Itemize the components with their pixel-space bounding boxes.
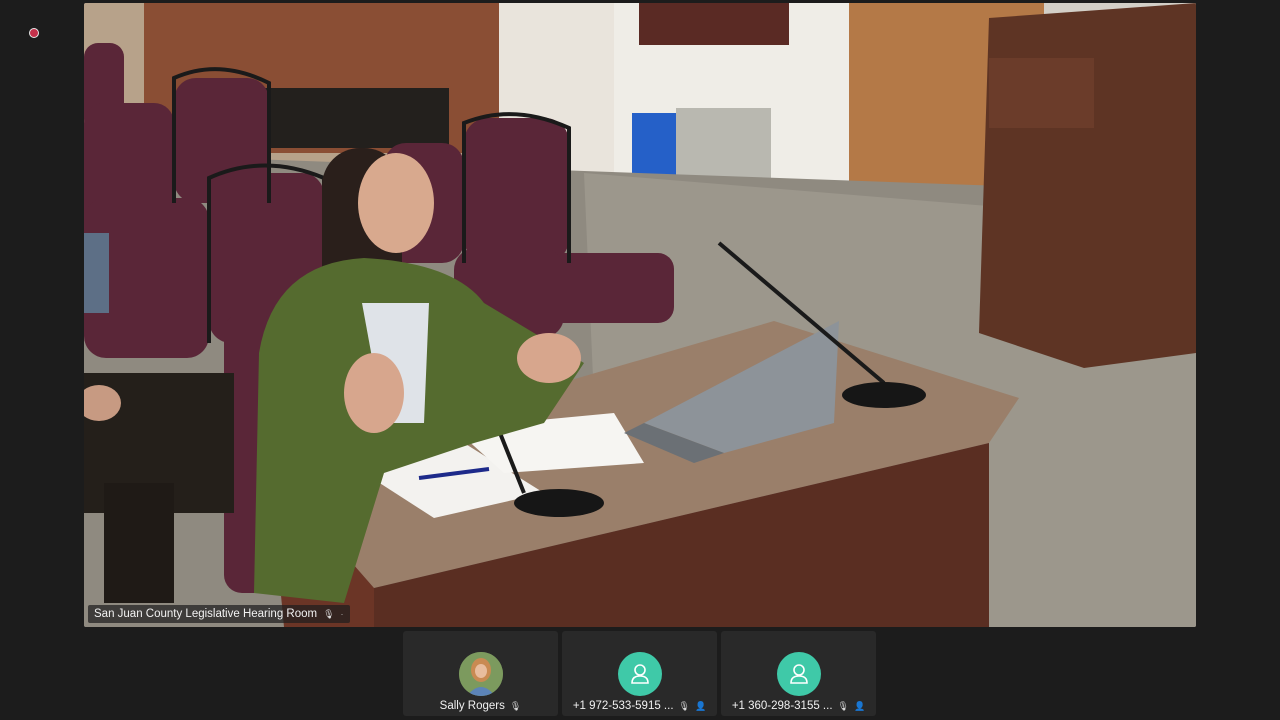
generic-person-icon <box>777 652 821 696</box>
more-icon[interactable]: · <box>341 609 344 619</box>
mic-muted-icon: 🎙 <box>509 700 522 711</box>
participant-label: +1 972-533-5915 ... 🎙 👤 <box>562 700 717 712</box>
recording-indicator-icon <box>29 28 39 38</box>
participant-label: +1 360-298-3155 ... 🎙 👤 <box>721 700 876 712</box>
mic-muted-icon: 🎙 <box>837 700 849 711</box>
microphone-icon: 🎙 <box>323 608 335 619</box>
person-outline-icon <box>631 664 649 684</box>
person-outline-icon <box>790 664 808 684</box>
participant-label: Sally Rogers 🎙 <box>403 700 558 712</box>
participant-name: +1 972-533-5915 ... <box>572 700 674 712</box>
hearing-room-video-frame <box>84 3 1196 627</box>
mic-muted-icon: 🎙 <box>678 700 690 711</box>
phone-user-icon: 👤 <box>694 700 707 711</box>
main-video-feed[interactable]: San Juan County Legislative Hearing Room… <box>84 3 1196 627</box>
generic-person-icon <box>618 652 662 696</box>
participant-name: Sally Rogers <box>439 700 505 712</box>
profile-photo-icon <box>459 652 503 696</box>
participant-tile-phone-2[interactable]: +1 360-298-3155 ... 🎙 👤 <box>721 631 876 716</box>
participant-tile-phone-1[interactable]: +1 972-533-5915 ... 🎙 👤 <box>562 631 717 716</box>
phone-user-icon: 👤 <box>853 700 866 711</box>
avatar-photo <box>459 652 503 696</box>
meeting-window: San Juan County Legislative Hearing Room… <box>0 0 1280 720</box>
participant-name: +1 360-298-3155 ... <box>731 700 833 712</box>
main-participant-label: San Juan County Legislative Hearing Room… <box>88 605 350 623</box>
participant-strip: Sally Rogers 🎙 +1 972-533-5915 ... 🎙 👤 +… <box>403 631 876 716</box>
main-participant-name: San Juan County Legislative Hearing Room <box>94 608 318 620</box>
participant-tile-sally-rogers[interactable]: Sally Rogers 🎙 <box>403 631 558 716</box>
